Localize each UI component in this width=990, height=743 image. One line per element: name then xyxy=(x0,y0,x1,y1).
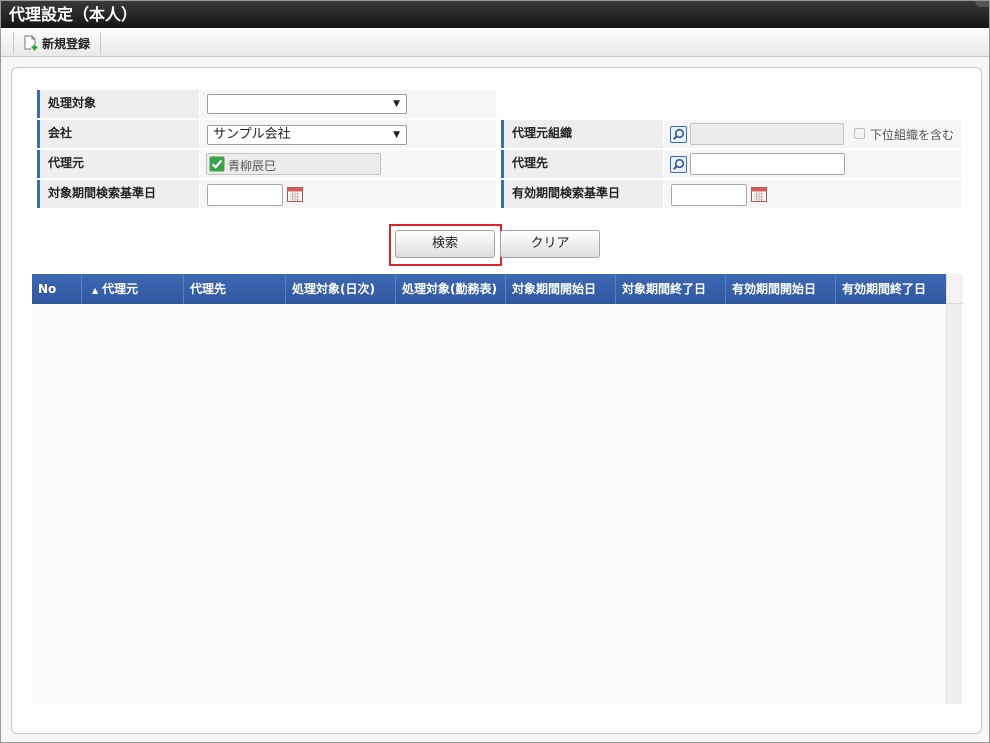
col-no[interactable]: No xyxy=(32,274,82,304)
col-valid-start[interactable]: 有効期間開始日 xyxy=(726,274,836,304)
window-title-text: 代理設定（本人） xyxy=(9,5,138,24)
company-label: 会社 xyxy=(37,120,199,148)
col-target-start[interactable]: 対象期間開始日 xyxy=(506,274,616,304)
calendar-icon[interactable] xyxy=(751,186,767,202)
delegator-field: 青柳辰巳 xyxy=(206,153,381,175)
col-target-end-label: 対象期間終了日 xyxy=(622,282,707,296)
valid-date-cell xyxy=(664,180,961,208)
new-register-label: 新規登録 xyxy=(42,36,91,51)
col-valid-end[interactable]: 有効期間終了日 xyxy=(836,274,946,304)
col-valid-end-label: 有効期間終了日 xyxy=(842,282,927,296)
result-grid: No ▲ 代理元 代理先 処理対象(日次) 処理対象(勤務表) 対象期間開始日 対… xyxy=(32,274,963,704)
target-date-input[interactable] xyxy=(207,184,283,206)
check-icon xyxy=(209,156,225,175)
dropdown-arrow-icon: ▼ xyxy=(393,130,400,140)
col-delegator[interactable]: ▲ 代理元 xyxy=(82,274,184,304)
delegator-label: 代理元 xyxy=(37,150,199,178)
col-target-end[interactable]: 対象期間終了日 xyxy=(616,274,726,304)
app-window: 代理設定（本人） 新規登録 処理対象 ▼ 会社 サンプル会社 ▼ 代理元組織 下… xyxy=(0,0,990,743)
col-delegator-label: 代理元 xyxy=(102,282,139,296)
col-target-worksheet-label: 処理対象(勤務表) xyxy=(402,282,497,296)
company-cell: サンプル会社 ▼ xyxy=(200,120,496,148)
clear-button[interactable]: クリア xyxy=(500,230,600,258)
new-document-icon xyxy=(24,35,38,51)
col-valid-start-label: 有効期間開始日 xyxy=(732,282,817,296)
org-field xyxy=(690,123,844,145)
target-cell: ▼ xyxy=(200,90,496,118)
delegate-cell xyxy=(664,150,961,178)
company-label-text: 会社 xyxy=(48,126,73,140)
company-select[interactable]: サンプル会社 ▼ xyxy=(207,125,407,145)
delegate-label: 代理先 xyxy=(501,150,663,178)
dropdown-arrow-icon: ▼ xyxy=(393,99,400,109)
col-delegate[interactable]: 代理先 xyxy=(184,274,286,304)
target-select[interactable]: ▼ xyxy=(207,94,407,114)
sort-asc-icon: ▲ xyxy=(92,286,99,295)
delegate-field[interactable] xyxy=(690,153,845,175)
target-label: 処理対象 xyxy=(37,90,199,118)
valid-date-input[interactable] xyxy=(671,184,747,206)
delegator-cell: 青柳辰巳 xyxy=(200,150,496,178)
calendar-icon[interactable] xyxy=(287,186,303,202)
clear-button-label: クリア xyxy=(530,236,570,251)
col-delegate-label: 代理先 xyxy=(190,282,227,296)
window-corner xyxy=(975,1,989,7)
col-target-start-label: 対象期間開始日 xyxy=(512,282,597,296)
org-label: 代理元組織 xyxy=(501,120,663,148)
scrollbar-header-cap xyxy=(947,274,963,304)
delegate-label-text: 代理先 xyxy=(512,156,549,170)
search-panel: 処理対象 ▼ 会社 サンプル会社 ▼ 代理元組織 下位組織を含む 代理元 青柳辰… xyxy=(11,67,982,734)
target-date-label-text: 対象期間検索基準日 xyxy=(48,186,157,200)
company-select-value: サンプル会社 xyxy=(213,127,291,142)
window-title: 代理設定（本人） xyxy=(1,1,989,28)
valid-date-label: 有効期間検索基準日 xyxy=(501,180,663,208)
new-register-button[interactable]: 新規登録 xyxy=(13,32,102,54)
col-target-daily-label: 処理対象(日次) xyxy=(292,282,375,296)
grid-vertical-scrollbar[interactable] xyxy=(946,274,963,704)
col-target-worksheet[interactable]: 処理対象(勤務表) xyxy=(396,274,506,304)
target-date-label: 対象期間検索基準日 xyxy=(37,180,199,208)
delegate-search-icon[interactable] xyxy=(670,156,687,173)
org-cell: 下位組織を含む xyxy=(664,120,961,148)
target-date-cell xyxy=(200,180,496,208)
include-sub-label: 下位組織を含む xyxy=(870,128,955,142)
col-target-daily[interactable]: 処理対象(日次) xyxy=(286,274,396,304)
search-button[interactable]: 検索 xyxy=(395,230,495,258)
org-search-icon[interactable] xyxy=(670,126,687,143)
toolbar: 新規登録 xyxy=(1,28,989,57)
target-label-text: 処理対象 xyxy=(48,96,97,110)
delegator-value: 青柳辰巳 xyxy=(228,159,277,173)
col-no-label: No xyxy=(38,282,57,296)
org-label-text: 代理元組織 xyxy=(512,126,573,140)
search-button-label: 検索 xyxy=(431,236,458,251)
include-sub-checkbox[interactable] xyxy=(854,128,865,139)
grid-header: No ▲ 代理元 代理先 処理対象(日次) 処理対象(勤務表) 対象期間開始日 対… xyxy=(32,274,946,304)
valid-date-label-text: 有効期間検索基準日 xyxy=(512,186,621,200)
delegator-label-text: 代理元 xyxy=(48,156,85,170)
